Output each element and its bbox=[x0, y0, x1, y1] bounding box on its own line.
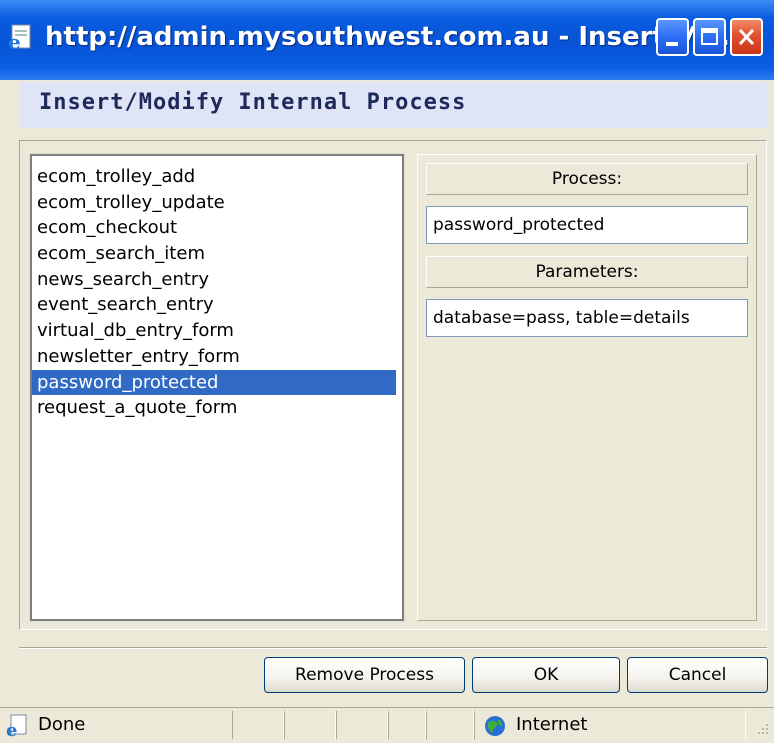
list-item[interactable]: ecom_search_item bbox=[32, 241, 396, 267]
ie-icon: e bbox=[6, 714, 30, 741]
status-cell bbox=[336, 711, 388, 739]
list-item[interactable]: event_search_entry bbox=[32, 292, 396, 318]
list-item[interactable]: newsletter_entry_form bbox=[32, 344, 396, 370]
list-item[interactable]: request_a_quote_form bbox=[32, 395, 396, 421]
dialog-header: Insert/Modify Internal Process bbox=[19, 82, 767, 128]
details-panel: Process: password_protected Parameters: … bbox=[417, 154, 757, 621]
status-cell bbox=[284, 711, 336, 739]
status-cell bbox=[388, 711, 426, 739]
list-item[interactable]: virtual_db_entry_form bbox=[32, 318, 396, 344]
status-bar: e Done Internet bbox=[0, 707, 774, 743]
list-item[interactable]: ecom_checkout bbox=[32, 215, 396, 241]
close-icon bbox=[738, 28, 755, 46]
list-item[interactable]: news_search_entry bbox=[32, 267, 396, 293]
list-item[interactable]: ecom_trolley_update bbox=[32, 190, 396, 216]
process-list: ecom_trolley_add ecom_trolley_update eco… bbox=[32, 164, 396, 421]
svg-text:e: e bbox=[6, 720, 17, 738]
ie-page-icon: e bbox=[6, 22, 36, 54]
ok-button[interactable]: OK bbox=[472, 657, 620, 693]
process-label: Process: bbox=[426, 163, 748, 195]
process-field[interactable]: password_protected bbox=[426, 206, 748, 244]
list-item[interactable]: password_protected bbox=[32, 369, 396, 396]
maximize-button[interactable] bbox=[693, 18, 726, 56]
resize-grip-icon[interactable] bbox=[756, 721, 770, 740]
dialog-heading: Insert/Modify Internal Process bbox=[39, 90, 467, 115]
status-cell bbox=[232, 711, 284, 739]
remove-process-button[interactable]: Remove Process bbox=[264, 657, 465, 693]
parameters-label: Parameters: bbox=[426, 256, 748, 288]
window-title: http://admin.mysouthwest.com.au - Insert… bbox=[45, 22, 730, 52]
status-text: Done bbox=[38, 714, 86, 735]
title-bar[interactable]: e http://admin.mysouthwest.com.au - Inse… bbox=[0, 0, 774, 80]
maximize-icon bbox=[701, 28, 718, 45]
status-cell bbox=[426, 711, 474, 739]
parameters-field[interactable]: database=pass, table=details bbox=[426, 299, 748, 337]
minimize-button[interactable] bbox=[656, 18, 689, 56]
minimize-icon bbox=[666, 42, 678, 46]
process-listbox[interactable]: ecom_trolley_add ecom_trolley_update eco… bbox=[29, 153, 405, 622]
zone-cell bbox=[474, 711, 746, 739]
svg-text:e: e bbox=[8, 30, 21, 52]
divider bbox=[19, 647, 767, 649]
list-item[interactable]: ecom_trolley_add bbox=[32, 164, 396, 190]
main-panel: ecom_trolley_add ecom_trolley_update eco… bbox=[19, 140, 767, 630]
globe-icon bbox=[484, 715, 506, 737]
zone-text: Internet bbox=[516, 714, 588, 735]
cancel-button[interactable]: Cancel bbox=[627, 657, 768, 693]
close-button[interactable] bbox=[730, 18, 763, 56]
